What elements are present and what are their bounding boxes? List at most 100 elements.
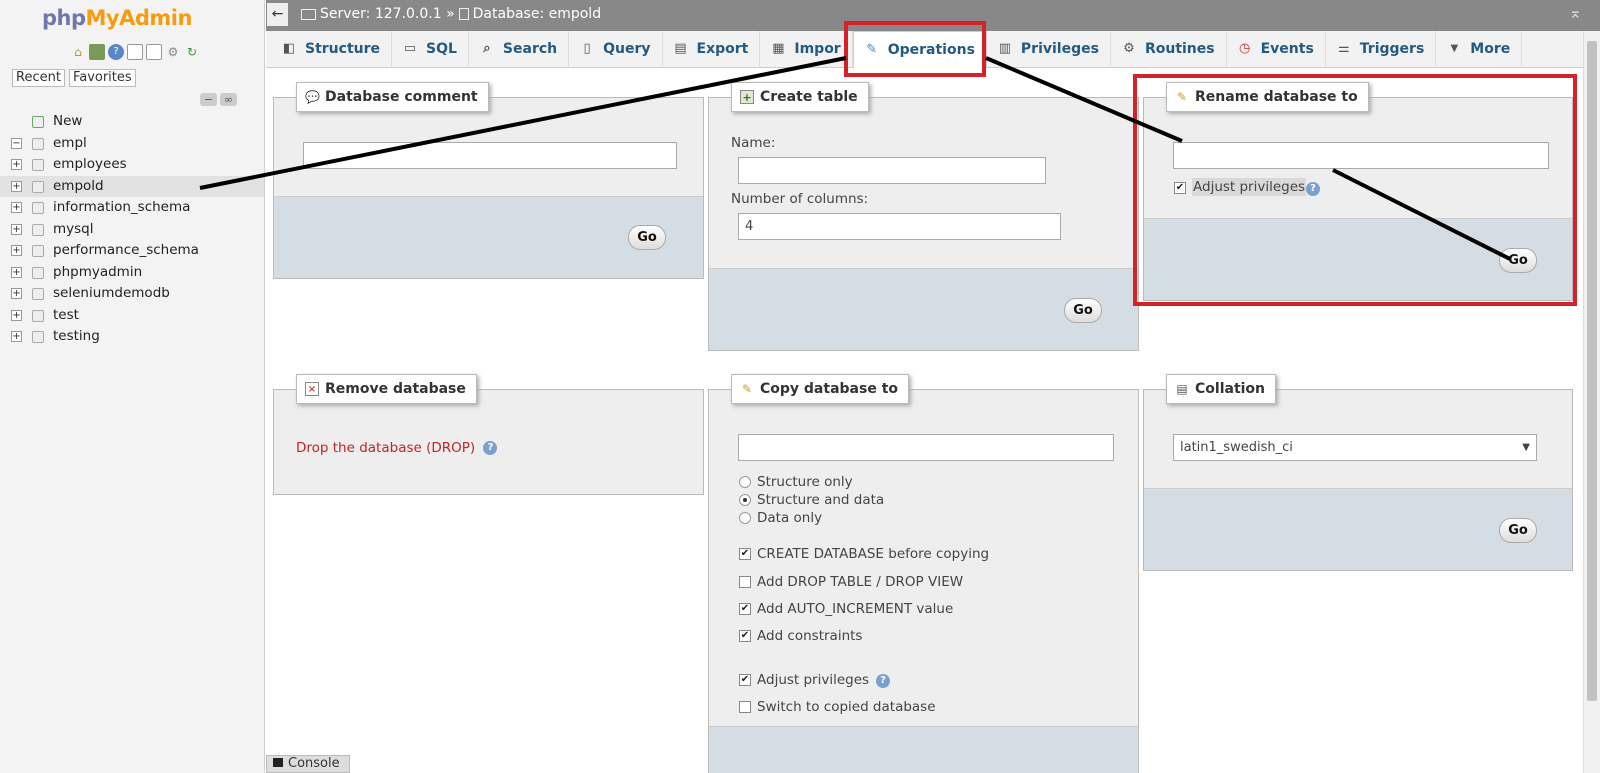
phpmyadmin-logo[interactable]: phpMyAdmin bbox=[42, 6, 192, 30]
copy-option-label[interactable]: Switch to copied database bbox=[757, 699, 936, 715]
tree-item-label[interactable]: phpmyadmin bbox=[53, 264, 142, 280]
copy-privileges-help-icon[interactable]: ? bbox=[876, 674, 890, 688]
tree-item-label[interactable]: seleniumdemodb bbox=[53, 285, 170, 301]
console-icon bbox=[273, 758, 283, 767]
tree-item-testing[interactable]: + testing bbox=[0, 326, 264, 348]
collation-select[interactable]: latin1_swedish_ci ▼ bbox=[1173, 434, 1537, 461]
tree-item-label[interactable]: New bbox=[53, 113, 82, 129]
logo-php: php bbox=[42, 6, 86, 30]
tab-export[interactable]: ▤ Export bbox=[663, 30, 761, 68]
copy-option-label[interactable]: Add AUTO_INCREMENT value bbox=[757, 601, 953, 617]
rename-database-go-button[interactable]: Go bbox=[1499, 248, 1537, 273]
tab-routines[interactable]: ⚙ Routines bbox=[1111, 30, 1227, 68]
copy-option-checkbox[interactable]: ✔ bbox=[739, 674, 751, 686]
tree-item-seleniumdemodb[interactable]: + seleniumdemodb bbox=[0, 283, 264, 305]
database-comment-input[interactable] bbox=[303, 142, 677, 169]
rename-adjust-privileges-checkbox[interactable]: ✔ bbox=[1174, 182, 1186, 194]
expand-icon[interactable]: + bbox=[11, 202, 22, 213]
tab-privileges[interactable]: ▥ Privileges bbox=[987, 30, 1111, 68]
breadcrumb-server[interactable]: Server: 127.0.0.1 » bbox=[320, 6, 455, 22]
tree-item-empl[interactable]: − empl bbox=[0, 133, 264, 155]
copy-mode-label[interactable]: Structure and data bbox=[757, 492, 884, 508]
tab-sql[interactable]: ▭ SQL bbox=[392, 30, 469, 68]
tree-item-label[interactable]: information_schema bbox=[53, 199, 190, 215]
drop-database-link[interactable]: Drop the database (DROP) bbox=[296, 440, 475, 456]
main-scrollbar[interactable] bbox=[1583, 31, 1600, 773]
tree-item-label[interactable]: testing bbox=[53, 328, 100, 344]
rename-database-input[interactable] bbox=[1173, 142, 1549, 169]
copy-option-label[interactable]: CREATE DATABASE before copying bbox=[757, 546, 989, 562]
console-tab[interactable]: Console bbox=[266, 755, 350, 773]
scrollbar-thumb[interactable] bbox=[1587, 41, 1597, 701]
copy-mode-radio[interactable] bbox=[739, 476, 751, 488]
back-arrow-icon[interactable]: ← bbox=[267, 3, 288, 26]
tab-more[interactable]: ▼ More bbox=[1436, 30, 1523, 68]
drop-help-icon[interactable]: ? bbox=[483, 441, 498, 455]
copy-option-label[interactable]: Add constraints bbox=[757, 628, 862, 644]
tree-item-label[interactable]: empl bbox=[53, 135, 87, 151]
collapse-icon[interactable]: − bbox=[11, 137, 22, 149]
settings-gear-icon[interactable]: ⚙ bbox=[165, 44, 181, 60]
home-icon[interactable]: ⌂ bbox=[70, 44, 86, 60]
collapse-header-icon[interactable]: ⌅ bbox=[1569, 3, 1582, 22]
copy-mode-label[interactable]: Data only bbox=[757, 510, 822, 526]
logout-icon[interactable] bbox=[89, 44, 105, 60]
reload-icon[interactable]: ↻ bbox=[184, 44, 200, 60]
database-comment-go-button[interactable]: Go bbox=[628, 225, 666, 250]
tab-query[interactable]: ▯ Query bbox=[569, 30, 663, 68]
recent-tab[interactable]: Recent bbox=[12, 69, 65, 87]
tab-impor[interactable]: ▦ Impor bbox=[760, 30, 853, 68]
tree-item-New[interactable]: New bbox=[0, 111, 264, 133]
expand-icon[interactable]: + bbox=[11, 331, 22, 342]
tree-item-label[interactable]: test bbox=[53, 307, 79, 323]
copy-option-checkbox[interactable]: ✔ bbox=[739, 603, 751, 615]
tree-item-label[interactable]: employees bbox=[53, 156, 127, 172]
tree-item-label[interactable]: empold bbox=[53, 178, 104, 194]
breadcrumb-database[interactable]: Database: empold bbox=[473, 6, 601, 22]
tab-events[interactable]: ◷ Events bbox=[1227, 30, 1326, 68]
link-with-main-icon[interactable]: ∞ bbox=[220, 93, 237, 106]
tree-item-mysql[interactable]: + mysql bbox=[0, 219, 264, 241]
tree-item-empold[interactable]: + empold bbox=[0, 175, 264, 197]
tree-item-test[interactable]: + test bbox=[0, 305, 264, 327]
tree-item-phpmyadmin[interactable]: + phpmyadmin bbox=[0, 262, 264, 284]
tab-search[interactable]: ⌕ Search bbox=[469, 30, 570, 68]
tree-item-label[interactable]: mysql bbox=[53, 221, 94, 237]
expand-icon[interactable]: + bbox=[11, 159, 22, 170]
copy-mode-radio[interactable] bbox=[739, 494, 751, 506]
copy-option-label[interactable]: Adjust privileges bbox=[757, 672, 869, 688]
num-columns-input[interactable]: 4 bbox=[738, 213, 1061, 240]
tab-structure[interactable]: ◧ Structure bbox=[271, 30, 393, 68]
tree-item-label[interactable]: performance_schema bbox=[53, 242, 199, 258]
expand-icon[interactable]: + bbox=[11, 180, 22, 192]
copy-option-checkbox[interactable] bbox=[739, 701, 751, 713]
copy-option-label[interactable]: Add DROP TABLE / DROP VIEW bbox=[757, 574, 963, 590]
copy-mode-radio[interactable] bbox=[739, 512, 751, 524]
copy-mode-label[interactable]: Structure only bbox=[757, 474, 853, 490]
docs-icon[interactable] bbox=[127, 44, 143, 60]
expand-icon[interactable]: + bbox=[11, 223, 22, 235]
rename-help-icon[interactable]: ? bbox=[1306, 182, 1320, 196]
tree-item-information-schema[interactable]: + information_schema bbox=[0, 197, 264, 219]
expand-icon[interactable]: + bbox=[11, 245, 22, 256]
collapse-all-icon[interactable]: − bbox=[200, 93, 217, 106]
collation-go-button[interactable]: Go bbox=[1499, 518, 1537, 543]
copy-option-checkbox[interactable]: ✔ bbox=[739, 548, 751, 560]
tab-operations[interactable]: ✎ Operations bbox=[852, 30, 987, 69]
copy-option-checkbox[interactable] bbox=[739, 576, 751, 588]
create-table-go-button[interactable]: Go bbox=[1064, 298, 1102, 323]
expand-icon[interactable]: + bbox=[11, 288, 22, 299]
tree-item-performance-schema[interactable]: + performance_schema bbox=[0, 240, 264, 262]
copy-option-checkbox[interactable]: ✔ bbox=[739, 630, 751, 642]
tab-label: Query bbox=[603, 41, 651, 57]
expand-icon[interactable]: + bbox=[11, 309, 22, 321]
help-icon[interactable]: ? bbox=[108, 44, 124, 60]
table-name-input[interactable] bbox=[738, 157, 1046, 184]
sql-icon: ▭ bbox=[403, 41, 417, 56]
copy-database-input[interactable] bbox=[738, 434, 1114, 461]
expand-icon[interactable]: + bbox=[11, 266, 22, 278]
docs-icon-2[interactable] bbox=[146, 44, 162, 60]
tab-triggers[interactable]: ⚌ Triggers bbox=[1326, 30, 1437, 68]
favorites-tab[interactable]: Favorites bbox=[68, 69, 136, 87]
tree-item-employees[interactable]: + employees bbox=[0, 154, 264, 176]
